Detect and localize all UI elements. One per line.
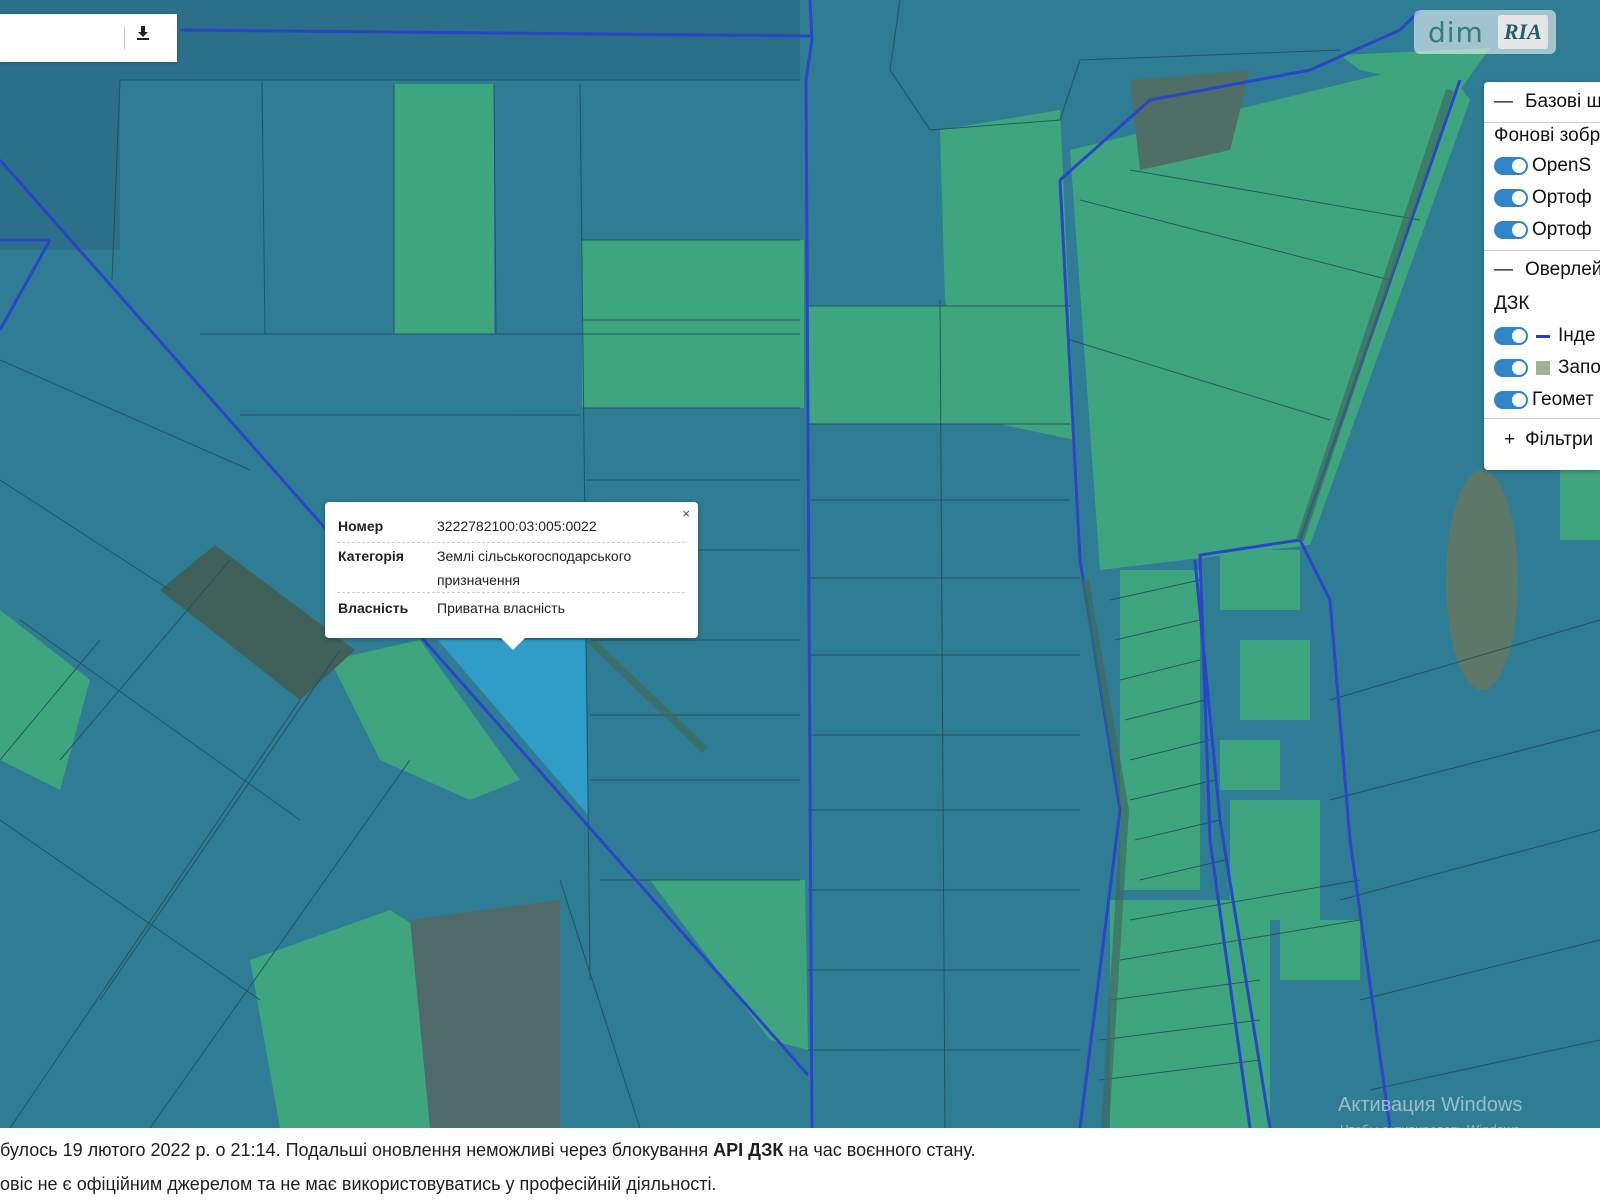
- base-layers-header[interactable]: — Базові ш: [1494, 88, 1600, 116]
- layers-panel: — Базові ш Фонові зобр OpenS Ортоф Ортоф…: [1484, 82, 1600, 470]
- disclaimer: овіс не є офіційним джерелом та не має в…: [0, 1174, 717, 1194]
- green-parcel: [1240, 640, 1310, 720]
- island: [1446, 470, 1518, 690]
- dzk-item-3[interactable]: Геомет: [1494, 386, 1594, 414]
- background-title-label: Фонові зобр: [1494, 125, 1600, 146]
- update-notice-start: булось 19 лютого 2022 р. о 21:14. Подаль…: [0, 1140, 714, 1160]
- api-label: API ДЗК: [713, 1140, 784, 1160]
- green-parcel: [1220, 740, 1280, 790]
- dzk-title: ДЗК: [1494, 290, 1529, 318]
- dzk-item-label: Геомет: [1532, 389, 1594, 410]
- toolbar-separator: [124, 26, 125, 50]
- category-value: Землі сільськогосподарського призначення: [437, 548, 632, 588]
- dzk-title-label: ДЗК: [1494, 293, 1530, 314]
- line-swatch-icon: [1536, 334, 1550, 338]
- toggle-switch[interactable]: [1494, 359, 1528, 377]
- green-parcel: [582, 240, 804, 408]
- number-value: 3222782100:03:005:0022: [437, 518, 597, 534]
- update-notice-end: на час воєнного стану.: [783, 1140, 976, 1160]
- dark-patch: [410, 900, 560, 1128]
- divider: [1484, 418, 1600, 419]
- green-parcel: [1120, 570, 1200, 890]
- overlay-label: Оверлей: [1525, 259, 1600, 280]
- background-item-label: Ортоф: [1532, 219, 1592, 240]
- download-button[interactable]: [136, 26, 164, 50]
- divider: [337, 592, 685, 593]
- divider: [337, 542, 685, 543]
- dim-ria-logo: dim RIA: [1414, 10, 1556, 54]
- green-parcel: [1560, 460, 1600, 540]
- background-item-3[interactable]: Ортоф: [1494, 216, 1592, 244]
- logo-dim: dim: [1428, 15, 1484, 49]
- base-layers-label: Базові ш: [1525, 91, 1600, 112]
- filters-button[interactable]: + Фільтри: [1504, 426, 1593, 454]
- number-label: Номер: [338, 518, 384, 534]
- footer-notice: булось 19 лютого 2022 р. о 21:14. Подаль…: [0, 1128, 1600, 1200]
- download-icon: [137, 26, 149, 40]
- collapse-icon: —: [1494, 259, 1513, 280]
- parcel-popup: × Номер 3222782100:03:005:0022 Категорія…: [325, 502, 698, 650]
- overlay-header[interactable]: — Оверлей: [1494, 256, 1600, 284]
- map-toolbar: [0, 14, 177, 62]
- dzk-item-1[interactable]: Інде: [1494, 322, 1595, 350]
- background-item-label: Ортоф: [1532, 187, 1592, 208]
- background-item-2[interactable]: Ортоф: [1494, 184, 1592, 212]
- plus-icon: +: [1504, 429, 1516, 450]
- dzk-item-2[interactable]: Запо: [1494, 354, 1600, 382]
- windows-activation-title: Активация Windows: [1338, 1094, 1523, 1116]
- filters-label: Фільтри: [1525, 429, 1594, 450]
- map-view[interactable]: dim RIA — Базові ш Фонові зобр OpenS Орт…: [0, 0, 1600, 1128]
- toggle-switch[interactable]: [1494, 221, 1528, 239]
- background-item-1[interactable]: OpenS: [1494, 152, 1591, 180]
- background-title: Фонові зобр: [1494, 122, 1600, 150]
- toggle-switch[interactable]: [1494, 157, 1528, 175]
- category-label: Категорія: [338, 548, 404, 564]
- fill-swatch-icon: [1536, 361, 1550, 375]
- dzk-item-label: Інде: [1558, 325, 1596, 346]
- green-parcel: [1280, 920, 1360, 980]
- logo-ria: RIA: [1497, 15, 1548, 49]
- divider: [1484, 250, 1600, 251]
- ownership-value: Приватна власність: [437, 600, 565, 616]
- toggle-switch[interactable]: [1494, 327, 1528, 345]
- dzk-item-label: Запо: [1558, 357, 1600, 378]
- background-item-label: OpenS: [1532, 155, 1592, 176]
- ownership-label: Власність: [338, 600, 409, 616]
- green-parcel: [394, 84, 494, 334]
- water-area-left: [0, 80, 120, 250]
- update-notice: булось 19 лютого 2022 р. о 21:14. Подаль…: [0, 1140, 976, 1161]
- close-icon[interactable]: ×: [682, 506, 690, 521]
- toggle-switch[interactable]: [1494, 189, 1528, 207]
- collapse-icon: —: [1494, 91, 1513, 112]
- green-parcel: [1220, 550, 1300, 610]
- parcel-layer[interactable]: [0, 0, 1600, 1128]
- toggle-switch[interactable]: [1494, 391, 1528, 409]
